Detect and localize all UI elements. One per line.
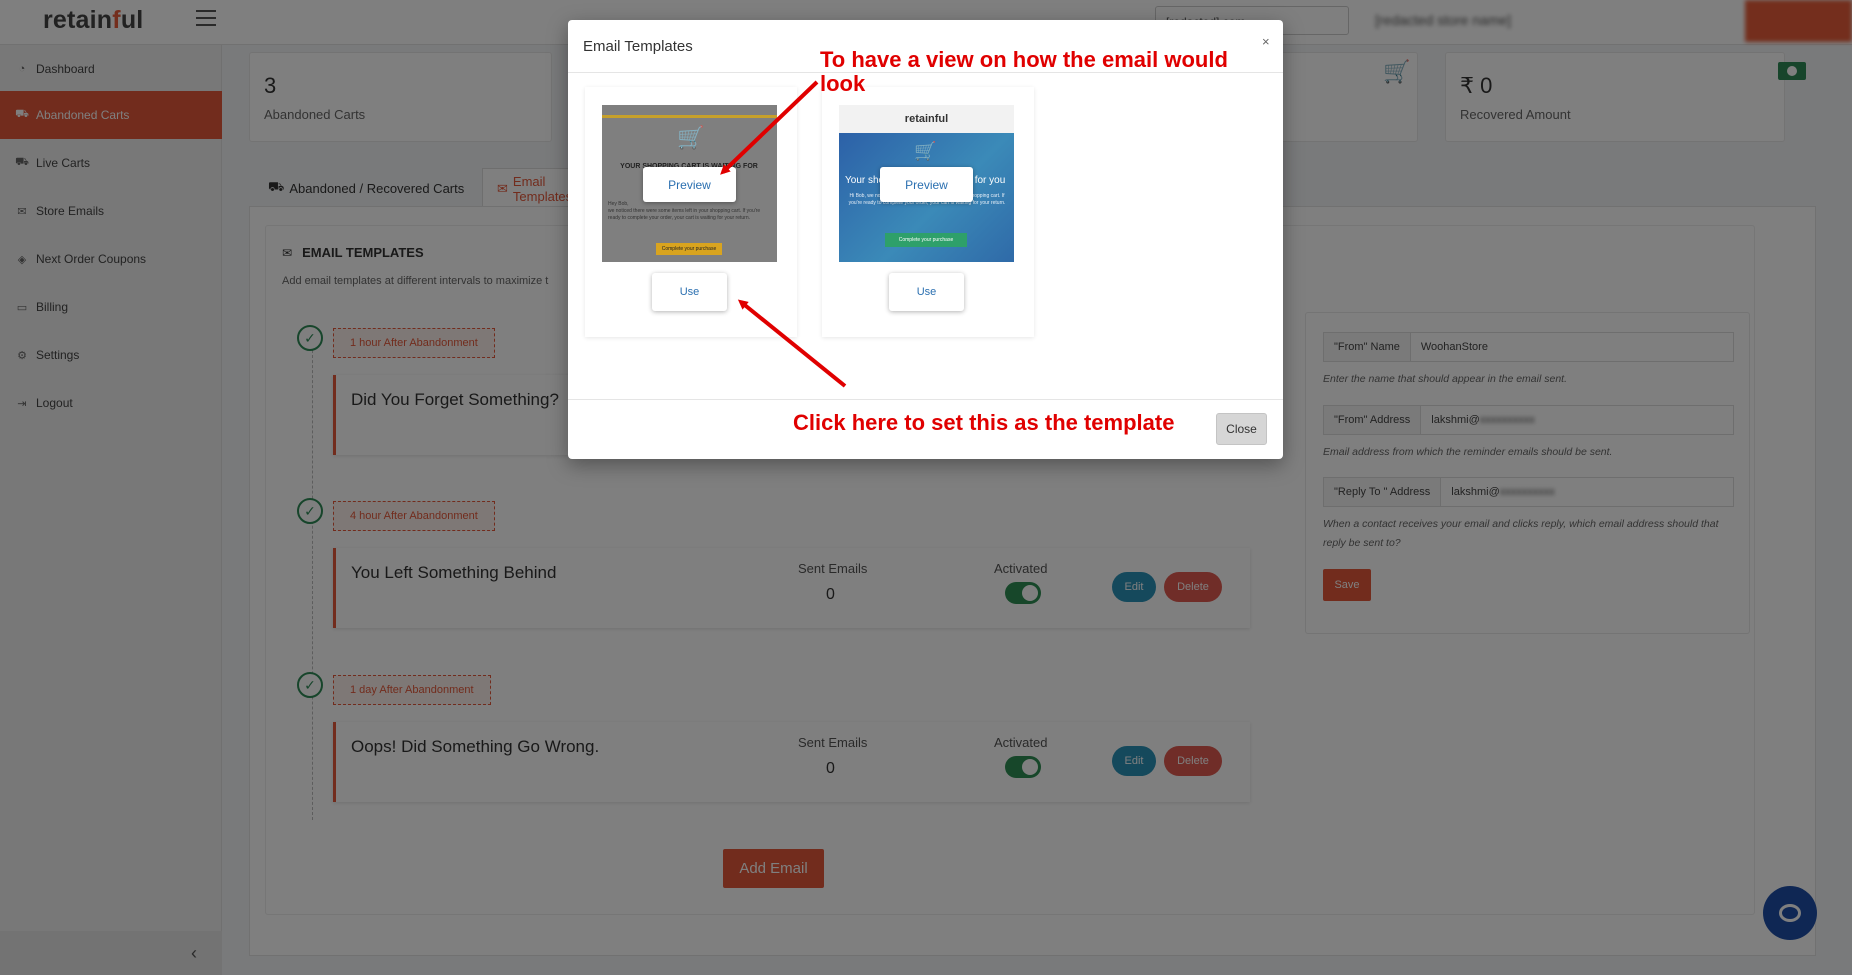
close-button[interactable]: Close [1216, 413, 1267, 445]
use-annotation: Click here to set this as the template [793, 410, 1175, 435]
cart-icon: 🛒 [677, 125, 705, 150]
use-template-button[interactable]: Use [652, 273, 727, 311]
cart-icon: 🛒 [914, 141, 937, 161]
modal-title: Email Templates [583, 38, 693, 55]
template-card: 🛒 YOUR SHOPPING CART IS WAITING FOR YOU … [585, 87, 797, 337]
modal-footer-divider [568, 399, 1283, 400]
preview-button[interactable]: Preview [643, 167, 736, 202]
use-template-button[interactable]: Use [889, 273, 964, 311]
template-card: retainful 🛒 Your shopping cart is waitin… [822, 87, 1034, 337]
close-icon[interactable]: × [1262, 34, 1270, 49]
preview-annotation: To have a view on how the email would lo… [820, 47, 1228, 96]
preview-button[interactable]: Preview [880, 167, 973, 202]
